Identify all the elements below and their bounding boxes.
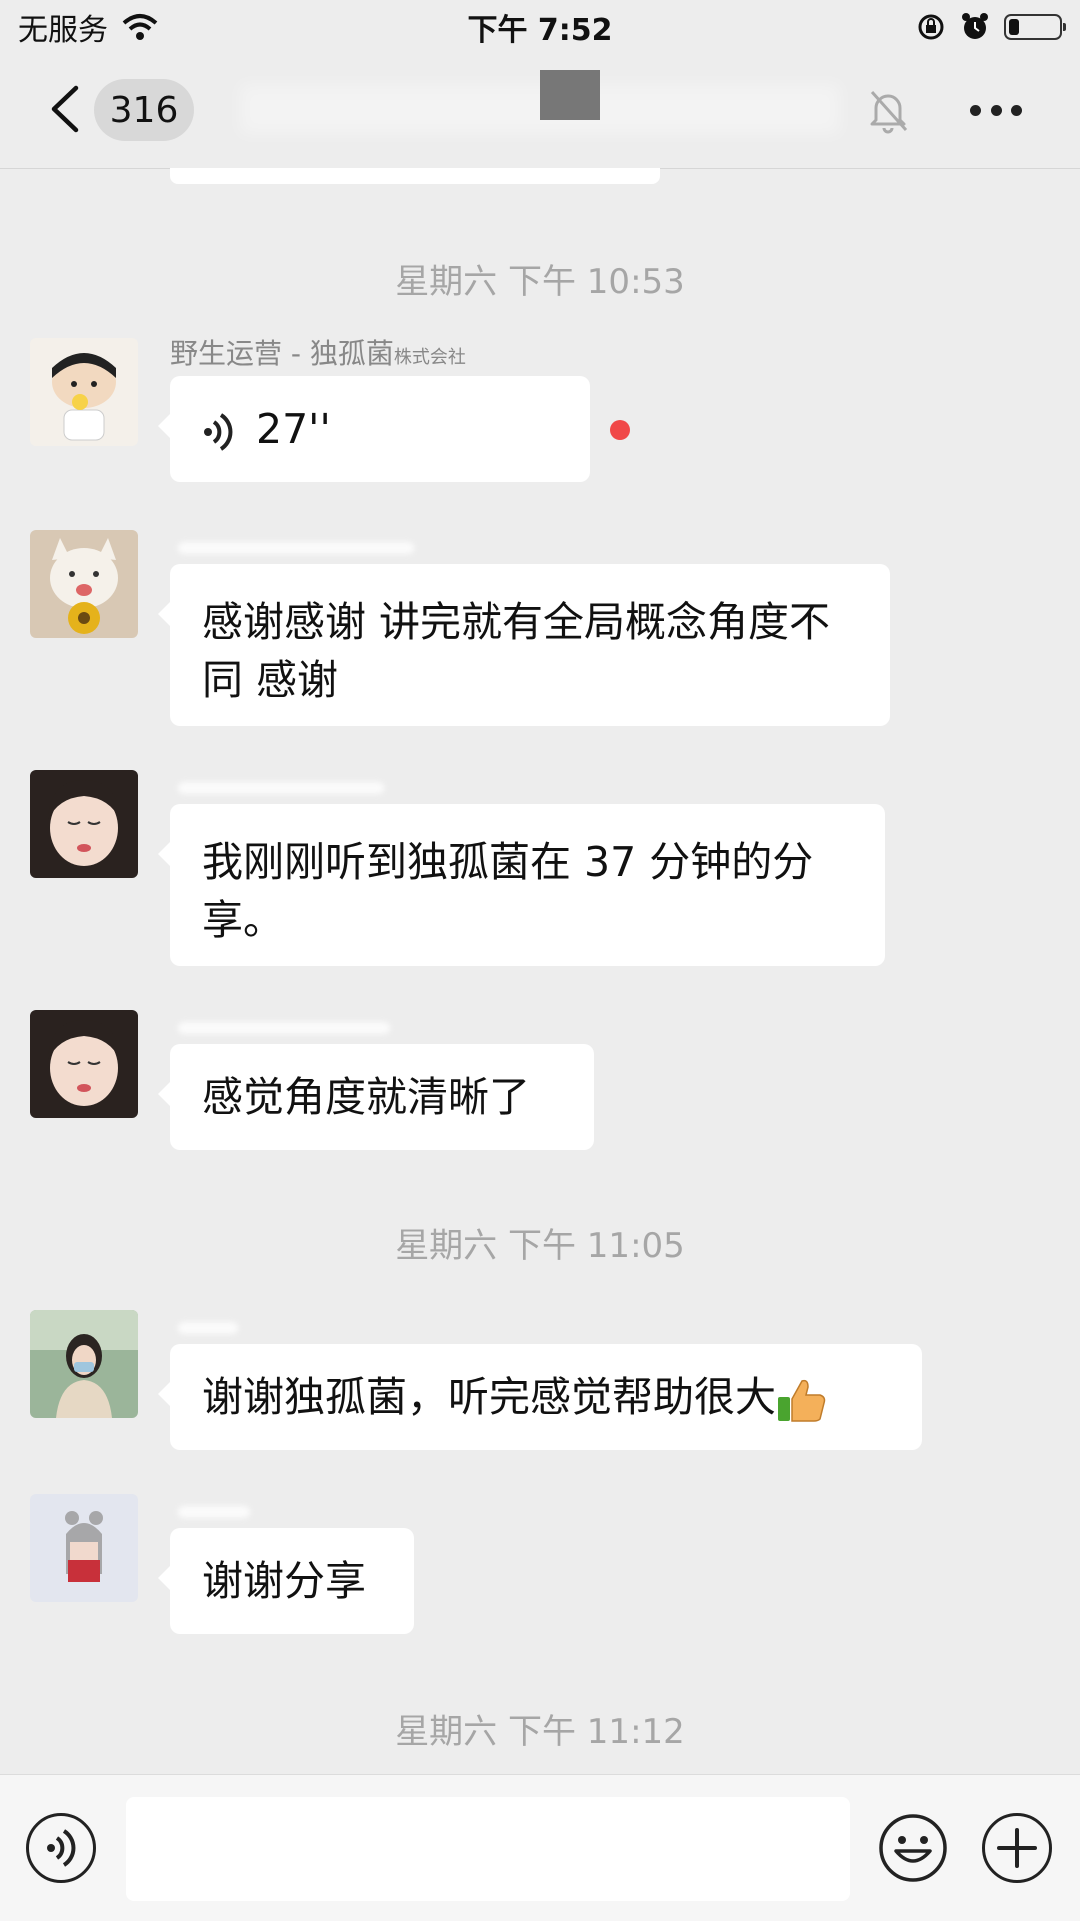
chat-header: 316: [0, 54, 1080, 169]
avatar[interactable]: [30, 770, 138, 878]
voice-input-icon[interactable]: [26, 1813, 96, 1883]
voice-duration: 27'': [256, 405, 331, 453]
thumbs-up-icon: [778, 1379, 826, 1422]
unread-dot: [610, 420, 630, 440]
emoji-icon[interactable]: [878, 1813, 948, 1883]
battery-icon: [1004, 14, 1066, 40]
status-time: 下午 7:52: [467, 13, 613, 48]
chat-title-mask: [540, 70, 600, 120]
sender-name-redacted: [178, 782, 384, 794]
avatar[interactable]: [30, 1010, 138, 1118]
avatar[interactable]: [30, 530, 138, 638]
chat-message-list[interactable]: 星期六 下午 10:53 野生运营 - 独孤菌株式会社 27'' 感谢感谢 讲完…: [0, 168, 1080, 1773]
more-icon[interactable]: [970, 102, 1022, 118]
avatar[interactable]: [30, 1494, 138, 1602]
orientation-lock-icon: [918, 14, 944, 40]
status-bar: 无服务 下午 7:52: [0, 0, 1080, 54]
message-bubble[interactable]: 谢谢分享: [158, 1528, 414, 1634]
alarm-icon: [962, 13, 988, 39]
mute-icon: [870, 90, 908, 134]
plus-icon[interactable]: [982, 1813, 1052, 1883]
wifi-icon: [122, 14, 158, 40]
message-bubble[interactable]: 感觉角度就清晰了: [158, 1044, 594, 1150]
message-bubble[interactable]: 我刚刚听到独孤菌在 37 分钟的分享。: [158, 804, 885, 966]
sender-name-redacted: [178, 1322, 238, 1334]
timestamp: 星期六 下午 11:12: [395, 1712, 685, 1752]
sender-name: 野生运营 - 独孤菌株式会社: [170, 337, 466, 370]
previous-message-bubble: [170, 168, 660, 184]
voice-icon: [204, 413, 233, 451]
avatar[interactable]: [30, 338, 138, 446]
sender-name-redacted: [178, 1506, 250, 1518]
message-bubble[interactable]: 感谢感谢 讲完就有全局概念角度不同 感谢: [158, 564, 890, 726]
message-bubble[interactable]: 谢谢独孤菌，听完感觉帮助很大: [158, 1344, 922, 1450]
sender-name-redacted: [178, 542, 414, 554]
timestamp: 星期六 下午 11:05: [395, 1226, 685, 1266]
carrier-label: 无服务: [18, 13, 108, 48]
voice-message-bubble[interactable]: 27'': [158, 376, 590, 482]
avatar[interactable]: [30, 1310, 138, 1418]
timestamp: 星期六 下午 10:53: [395, 262, 685, 302]
unread-count-badge[interactable]: 316: [94, 79, 194, 141]
message-text: 谢谢独孤菌，听完感觉帮助很大: [202, 1373, 776, 1421]
message-input[interactable]: [126, 1797, 850, 1901]
message-input-bar: [0, 1774, 1080, 1921]
back-icon[interactable]: [46, 84, 82, 134]
sender-name-redacted: [178, 1022, 390, 1034]
